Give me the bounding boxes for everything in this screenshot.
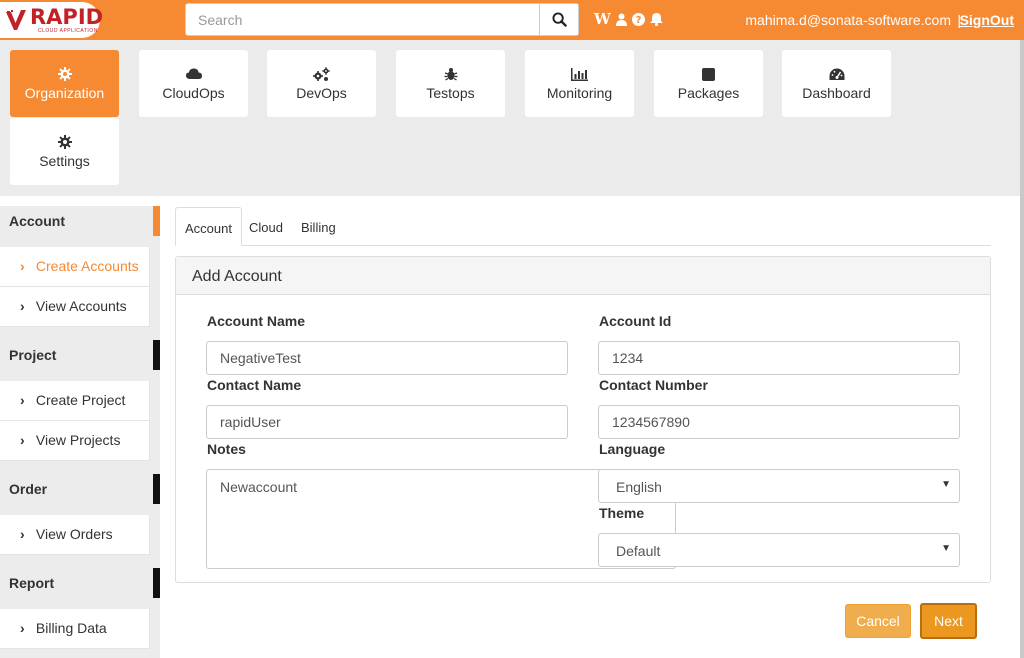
- signout-link[interactable]: SignOut: [960, 12, 1014, 28]
- theme-label: Theme: [599, 505, 645, 521]
- language-label: Language: [599, 441, 666, 457]
- module-organization[interactable]: Organization: [10, 50, 119, 117]
- tab-cloud[interactable]: Cloud: [249, 207, 283, 246]
- svg-text:?: ?: [635, 15, 641, 26]
- search-button[interactable]: [539, 4, 578, 35]
- module-label: Monitoring: [546, 85, 613, 101]
- sidebar-section-report[interactable]: Report: [0, 568, 160, 598]
- module-label: Settings: [39, 153, 90, 169]
- dashboard-icon: [829, 66, 845, 82]
- next-button[interactable]: Next: [920, 603, 977, 639]
- search-input[interactable]: [186, 4, 540, 35]
- module-label: Organization: [24, 85, 105, 101]
- sidebar-item-billing-data[interactable]: › Billing Data: [0, 609, 150, 649]
- notes-label: Notes: [207, 441, 246, 457]
- top-header: RAPID CLOUD APPLICATION W ? mahima.d@son…: [0, 0, 1024, 40]
- sidebar-item-view-accounts[interactable]: › View Accounts: [0, 287, 150, 327]
- section-indicator: [153, 474, 160, 504]
- logo-subtext: CLOUD APPLICATION: [38, 28, 98, 34]
- chevron-right-icon: ›: [20, 432, 25, 448]
- chevron-right-icon: ›: [20, 620, 25, 636]
- tab-billing[interactable]: Billing: [301, 207, 336, 246]
- tab-account[interactable]: Account: [175, 207, 242, 246]
- bug-icon: [444, 66, 458, 82]
- search-icon: [551, 12, 567, 27]
- sidebar-item-label: Billing Data: [35, 620, 107, 636]
- sidebar-section-order[interactable]: Order: [0, 474, 160, 504]
- sidebar-item-view-projects[interactable]: › View Projects: [0, 421, 150, 461]
- language-selected-value: English: [616, 479, 662, 495]
- help-icon[interactable]: ?: [631, 11, 645, 27]
- sidebar-item-label: View Accounts: [35, 298, 127, 314]
- sidebar-item-create-project[interactable]: › Create Project: [0, 381, 150, 421]
- search-box: [185, 3, 579, 36]
- account-id-label: Account Id: [599, 313, 672, 329]
- account-name-label: Account Name: [207, 313, 306, 329]
- cloud-icon: [185, 66, 202, 82]
- sidebar-item-label: View Orders: [35, 526, 113, 542]
- section-title: Report: [9, 575, 55, 591]
- dropdown-caret-icon: ▼: [941, 543, 951, 554]
- sidebar-section-account[interactable]: Account: [0, 206, 160, 236]
- rapid-logo[interactable]: RAPID CLOUD APPLICATION: [0, 2, 104, 38]
- cancel-button[interactable]: Cancel: [845, 604, 911, 638]
- module-label: Dashboard: [802, 85, 871, 101]
- module-label: CloudOps: [162, 85, 225, 101]
- logo-text: RAPID: [30, 5, 104, 29]
- logo-mark-icon: [6, 10, 26, 30]
- module-devops[interactable]: DevOps: [267, 50, 376, 117]
- section-title: Account: [9, 213, 65, 229]
- contact-number-input[interactable]: [598, 405, 960, 439]
- wikipedia-icon[interactable]: W: [594, 10, 611, 28]
- panel-title: Add Account: [176, 257, 990, 295]
- dropdown-caret-icon: ▼: [941, 479, 951, 490]
- sidebar-section-project[interactable]: Project: [0, 340, 160, 370]
- header-icons: W ?: [594, 10, 663, 28]
- contact-number-label: Contact Number: [599, 377, 708, 393]
- sidebar-item-view-orders[interactable]: › View Orders: [0, 515, 150, 555]
- module-label: Packages: [677, 85, 740, 101]
- module-cloudops[interactable]: CloudOps: [139, 50, 248, 117]
- account-id-input[interactable]: [598, 341, 960, 375]
- bell-icon[interactable]: [649, 11, 663, 27]
- contact-name-label: Contact Name: [207, 377, 302, 393]
- chevron-right-icon: ›: [20, 392, 25, 408]
- language-select[interactable]: English ▼: [598, 469, 960, 503]
- section-indicator: [153, 340, 160, 370]
- section-title: Project: [9, 347, 57, 363]
- section-title: Order: [9, 481, 48, 497]
- chevron-right-icon: ›: [20, 526, 25, 542]
- sidebar-item-label: Create Project: [35, 392, 126, 408]
- module-label: Testops: [426, 85, 475, 101]
- sidebar-item-label: Create Accounts: [35, 258, 139, 274]
- contact-name-input[interactable]: [206, 405, 568, 439]
- add-account-panel: Add Account Account Name Account Id Cont…: [175, 256, 991, 583]
- page-scrollbar[interactable]: [1020, 40, 1024, 658]
- gear-icon: [57, 134, 72, 150]
- sidebar-item-create-accounts[interactable]: › Create Accounts: [0, 247, 150, 287]
- module-nav: Organization CloudOps DevOps Testops Mon…: [0, 40, 1020, 196]
- theme-selected-value: Default: [616, 543, 661, 559]
- module-packages[interactable]: Packages: [654, 50, 763, 117]
- section-indicator: [153, 206, 160, 236]
- package-icon: [702, 66, 715, 82]
- user-icon[interactable]: [615, 11, 627, 27]
- module-label: DevOps: [296, 85, 347, 101]
- chevron-right-icon: ›: [20, 298, 25, 314]
- module-testops[interactable]: Testops: [396, 50, 505, 117]
- form-tabs: Account Cloud Billing: [175, 207, 991, 246]
- module-dashboard[interactable]: Dashboard: [782, 50, 891, 117]
- theme-select[interactable]: Default ▼: [598, 533, 960, 567]
- section-indicator: [153, 568, 160, 598]
- account-name-input[interactable]: [206, 341, 568, 375]
- user-email: mahima.d@sonata-software.com: [745, 12, 951, 28]
- gear-icon: [57, 66, 72, 82]
- gears-icon: [313, 66, 330, 82]
- chevron-right-icon: ›: [20, 258, 25, 274]
- module-settings[interactable]: Settings: [10, 118, 119, 185]
- bar-chart-icon: [571, 66, 588, 82]
- module-monitoring[interactable]: Monitoring: [525, 50, 634, 117]
- sidebar-item-label: View Projects: [35, 432, 121, 448]
